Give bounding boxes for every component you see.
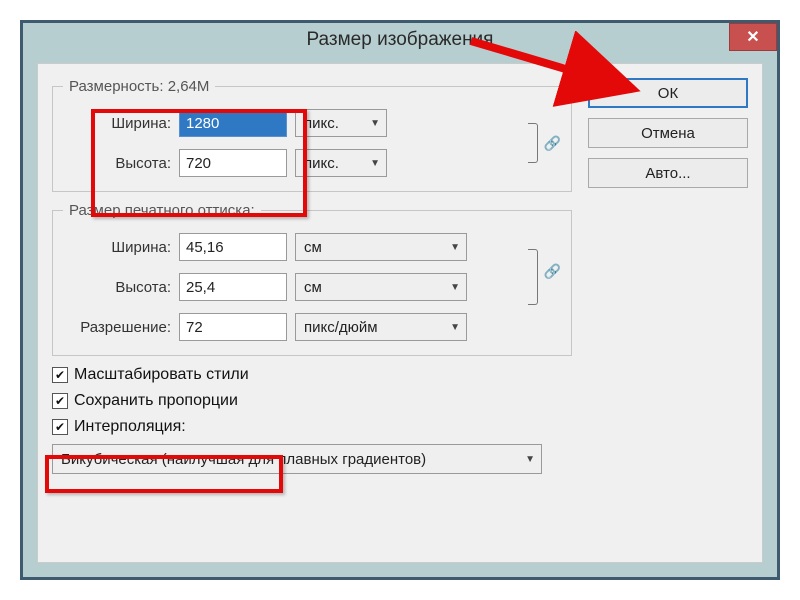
checkbox-icon: ✔ [52, 367, 68, 383]
print-size-legend: Размер печатного оттиска: [63, 202, 261, 219]
auto-button[interactable]: Авто... [588, 158, 748, 188]
interpolation-checkbox[interactable]: ✔ Интерполяция: [52, 418, 572, 436]
window-title: Размер изображения [307, 29, 494, 51]
scale-styles-label: Масштабировать стили [74, 366, 249, 384]
chevron-down-icon: ▼ [450, 282, 460, 293]
checkbox-icon: ✔ [52, 393, 68, 409]
interpolation-select[interactable]: Бикубическая (наилучшая для плавных град… [52, 444, 542, 474]
resolution-unit-value: пикс/дюйм [304, 319, 378, 336]
height-input[interactable]: 720 [179, 149, 287, 177]
print-width-unit-value: см [304, 239, 322, 256]
close-button[interactable]: ✕ [729, 23, 777, 51]
link-bracket [524, 109, 542, 177]
width-unit-value: пикс. [304, 115, 339, 132]
link-icon: 🔗 [542, 263, 561, 280]
width-unit-select[interactable]: пикс. ▼ [295, 109, 387, 137]
titlebar: Размер изображения ✕ [23, 23, 777, 57]
link-bracket [524, 237, 542, 317]
chevron-down-icon: ▼ [450, 242, 460, 253]
ok-button[interactable]: ОК [588, 78, 748, 108]
print-height-label: Высота: [63, 279, 171, 296]
print-height-unit-select[interactable]: см ▼ [295, 273, 467, 301]
print-width-input[interactable]: 45,16 [179, 233, 287, 261]
height-unit-value: пикс. [304, 155, 339, 172]
pixel-dimensions-legend: Размерность: 2,64M [63, 78, 215, 95]
print-width-label: Ширина: [63, 239, 171, 256]
scale-styles-checkbox[interactable]: ✔ Масштабировать стили [52, 366, 572, 384]
width-label: Ширина: [63, 115, 171, 132]
dialog-body: Размерность: 2,64M Ширина: 1280 пикс. ▼ [37, 63, 763, 563]
chevron-down-icon: ▼ [370, 118, 380, 129]
interpolation-label: Интерполяция: [74, 418, 186, 436]
interpolation-value: Бикубическая (наилучшая для плавных град… [61, 451, 426, 468]
pixel-dimensions-group: Размерность: 2,64M Ширина: 1280 пикс. ▼ [52, 78, 572, 192]
print-width-unit-select[interactable]: см ▼ [295, 233, 467, 261]
chevron-down-icon: ▼ [370, 158, 380, 169]
width-input[interactable]: 1280 [179, 109, 287, 137]
chevron-down-icon: ▼ [525, 454, 535, 465]
height-label: Высота: [63, 155, 171, 172]
resolution-unit-select[interactable]: пикс/дюйм ▼ [295, 313, 467, 341]
link-icon: 🔗 [542, 135, 561, 152]
print-height-unit-value: см [304, 279, 322, 296]
cancel-button[interactable]: Отмена [588, 118, 748, 148]
constrain-proportions-label: Сохранить пропорции [74, 392, 238, 410]
dialog-window: Размер изображения ✕ Размерность: 2,64M … [20, 20, 780, 580]
checkbox-icon: ✔ [52, 419, 68, 435]
chevron-down-icon: ▼ [450, 322, 460, 333]
resolution-input[interactable]: 72 [179, 313, 287, 341]
print-size-group: Размер печатного оттиска: Ширина: 45,16 … [52, 202, 572, 356]
resolution-label: Разрешение: [63, 319, 171, 336]
print-height-input[interactable]: 25,4 [179, 273, 287, 301]
height-unit-select[interactable]: пикс. ▼ [295, 149, 387, 177]
close-icon: ✕ [746, 27, 759, 47]
constrain-proportions-checkbox[interactable]: ✔ Сохранить пропорции [52, 392, 572, 410]
